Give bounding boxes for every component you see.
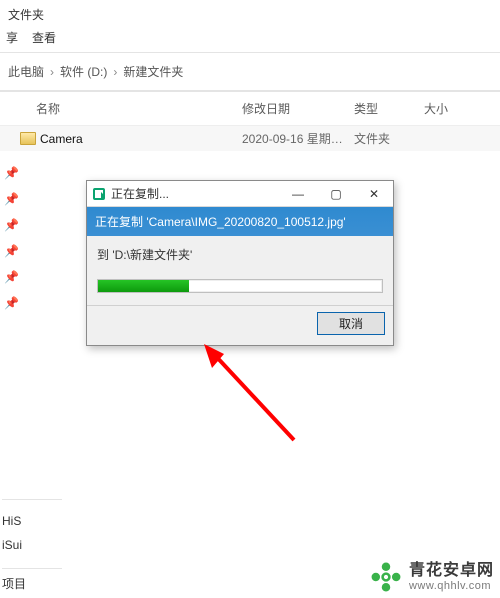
copy-dialog: 正在复制... — ▢ ✕ 正在复制 'Camera\IMG_20200820_… [86, 180, 394, 346]
statusbar-label: 项目 [2, 568, 62, 592]
watermark-logo-icon [369, 560, 403, 594]
col-date[interactable]: 修改日期 [242, 100, 354, 117]
pin-icon: 📌 [4, 218, 19, 232]
minimize-button[interactable]: — [279, 181, 317, 207]
pin-icon: 📌 [4, 296, 19, 310]
folder-icon [20, 132, 36, 145]
row-date: 2020-09-16 星期… [242, 130, 354, 147]
sidebar-item[interactable]: iSui [2, 538, 62, 552]
pin-icon: 📌 [4, 244, 19, 258]
toolbar-share[interactable]: 享 [6, 29, 18, 46]
dialog-destination: 到 'D:\新建文件夹' [97, 246, 383, 263]
toolbar: 享 查看 [0, 25, 500, 53]
watermark-url: www.qhhlv.com [409, 580, 494, 592]
maximize-button[interactable]: ▢ [317, 181, 355, 207]
col-size[interactable]: 大小 [424, 100, 484, 117]
pin-icon: 📌 [4, 192, 19, 206]
file-listing: 名称 修改日期 类型 大小 Camera 2020-09-16 星期… 文件夹 … [0, 91, 500, 151]
crumb-drive[interactable]: 软件 (D:) [60, 63, 107, 80]
crumb-root[interactable]: 此电脑 [8, 63, 44, 80]
dialog-title: 正在复制... [111, 185, 169, 202]
pin-icon: 📌 [4, 166, 19, 180]
table-row[interactable]: Camera 2020-09-16 星期… 文件夹 [0, 126, 500, 151]
sidebar-item[interactable]: HiS [2, 514, 62, 528]
watermark: 青花安卓网 www.qhhlv.com [369, 560, 494, 594]
dialog-heading: 正在复制 'Camera\IMG_20200820_100512.jpg' [87, 207, 393, 236]
copy-icon [93, 188, 105, 200]
chevron-right-icon: › [50, 65, 54, 79]
dialog-titlebar[interactable]: 正在复制... — ▢ ✕ [87, 181, 393, 207]
row-name: Camera [40, 132, 242, 146]
sidebar-fragments: HiS iSui [0, 495, 62, 552]
window-title: 文件夹 [0, 0, 500, 25]
close-button[interactable]: ✕ [355, 181, 393, 207]
col-name[interactable]: 名称 [36, 100, 242, 117]
crumb-folder[interactable]: 新建文件夹 [123, 63, 183, 80]
progress-fill [98, 280, 189, 292]
col-type[interactable]: 类型 [354, 100, 424, 117]
cancel-button[interactable]: 取消 [317, 312, 385, 335]
annotation-arrow-icon [194, 340, 304, 450]
pin-icon: 📌 [4, 270, 19, 284]
breadcrumb[interactable]: 此电脑 › 软件 (D:) › 新建文件夹 [0, 53, 500, 91]
column-headers: 名称 修改日期 类型 大小 [0, 92, 500, 126]
quick-access-pins: 📌 📌 📌 📌 📌 📌 [4, 166, 19, 310]
progress-bar [97, 279, 383, 293]
row-type: 文件夹 [354, 130, 424, 147]
chevron-right-icon: › [113, 65, 117, 79]
toolbar-view[interactable]: 查看 [32, 29, 56, 46]
watermark-text: 青花安卓网 [409, 562, 494, 580]
